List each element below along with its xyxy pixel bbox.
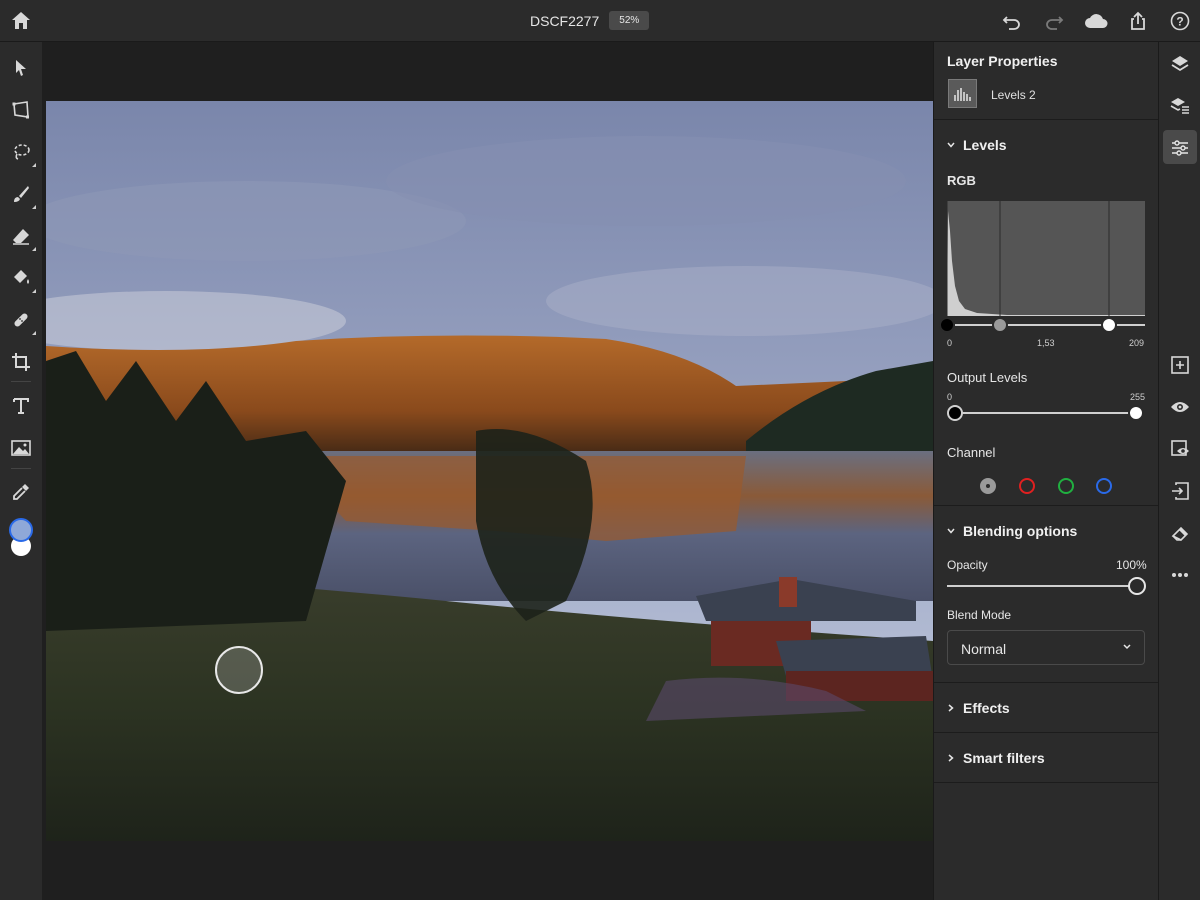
chevron-down-icon — [947, 142, 955, 148]
chevron-down-icon — [947, 528, 955, 534]
opacity-handle[interactable] — [1128, 577, 1146, 595]
foreground-color-swatch[interactable] — [9, 518, 33, 542]
blending-section-header[interactable]: Blending options — [947, 523, 1077, 539]
smart-filters-section-title: Smart filters — [963, 750, 1045, 766]
input-white-value: 209 — [1129, 338, 1145, 348]
paint-bucket-icon[interactable] — [9, 266, 36, 293]
output-white-handle[interactable] — [1128, 405, 1144, 421]
canvas-area[interactable] — [42, 42, 933, 900]
opacity-value: 100% — [1116, 558, 1147, 572]
undo-icon[interactable] — [1000, 9, 1024, 33]
move-tool-icon[interactable] — [9, 56, 33, 80]
brush-tool-icon[interactable] — [9, 182, 36, 209]
document-title[interactable]: DSCF2277 — [530, 13, 599, 29]
effects-section-title: Effects — [963, 700, 1010, 716]
cloud-icon[interactable] — [1084, 9, 1108, 33]
type-tool-icon[interactable] — [9, 394, 33, 418]
chevron-right-icon — [948, 704, 954, 712]
svg-text:?: ? — [1176, 15, 1183, 29]
output-levels-label: Output Levels — [947, 370, 1028, 385]
opacity-track[interactable] — [947, 585, 1132, 587]
eyedropper-icon[interactable] — [9, 480, 33, 504]
levels-section-header[interactable]: Levels — [947, 137, 1007, 153]
right-icon-rail — [1158, 42, 1200, 900]
chevron-right-icon — [948, 754, 954, 762]
panel-title: Layer Properties — [947, 53, 1058, 69]
output-white-value: 255 — [1130, 392, 1146, 402]
place-image-icon[interactable] — [9, 436, 33, 460]
lasso-tool-icon[interactable] — [9, 140, 36, 167]
top-bar: DSCF2277 52% ? — [0, 0, 1200, 42]
output-black-value: 0 — [947, 392, 953, 402]
layer-properties-panel: Layer Properties Levels 2 Levels RGB 0 1… — [933, 42, 1159, 900]
channel-label: RGB — [947, 173, 976, 188]
healing-brush-icon[interactable] — [9, 308, 36, 335]
brush-cursor — [215, 646, 263, 694]
import-layer-icon[interactable] — [1168, 479, 1192, 503]
channel-green-button[interactable] — [1058, 478, 1074, 494]
channel-rgb-button[interactable] — [980, 478, 996, 494]
channel-title: Channel — [947, 445, 996, 460]
chevron-down-icon — [1123, 644, 1131, 650]
eraser-tool-icon[interactable] — [9, 224, 36, 251]
channel-blue-button[interactable] — [1096, 478, 1112, 494]
home-icon[interactable] — [9, 9, 33, 33]
crop-tool-icon[interactable] — [9, 350, 33, 374]
more-options-icon[interactable] — [1168, 563, 1192, 587]
layers-icon[interactable] — [1168, 52, 1192, 76]
input-black-value: 0 — [947, 338, 953, 348]
eraser-layer-icon[interactable] — [1168, 521, 1192, 545]
channel-red-button[interactable] — [1019, 478, 1035, 494]
levels-thumbnail-icon — [948, 79, 977, 108]
blend-mode-label: Blend Mode — [947, 608, 1012, 622]
help-icon[interactable]: ? — [1168, 9, 1192, 33]
share-icon[interactable] — [1126, 9, 1150, 33]
transform-tool-icon[interactable] — [9, 98, 33, 122]
blending-section-title: Blending options — [963, 523, 1078, 539]
visibility-eye-icon[interactable] — [1168, 395, 1192, 419]
zoom-level-badge[interactable]: 52% — [609, 11, 650, 30]
layer-name: Levels 2 — [991, 88, 1036, 102]
input-midtone-handle[interactable] — [992, 317, 1008, 333]
mask-visibility-icon[interactable] — [1168, 437, 1192, 461]
levels-histogram — [946, 201, 1145, 316]
smart-filters-section-header[interactable]: Smart filters — [947, 750, 1045, 766]
left-toolbar — [0, 42, 42, 900]
output-levels-track — [958, 412, 1138, 414]
input-white-point-handle[interactable] — [1101, 317, 1117, 333]
blend-mode-select[interactable]: Normal — [947, 630, 1145, 665]
opacity-label: Opacity — [947, 558, 988, 572]
redo-icon[interactable] — [1042, 9, 1066, 33]
levels-section-title: Levels — [963, 137, 1007, 153]
output-black-handle[interactable] — [947, 405, 963, 421]
input-black-point-handle[interactable] — [939, 317, 955, 333]
input-mid-value: 1,53 — [1037, 338, 1055, 348]
blend-mode-value: Normal — [961, 641, 1007, 657]
layer-list-icon[interactable] — [1168, 94, 1192, 118]
add-layer-icon[interactable] — [1168, 353, 1192, 377]
effects-section-header[interactable]: Effects — [947, 700, 1010, 716]
adjustments-icon[interactable] — [1168, 136, 1192, 160]
photo-canvas[interactable] — [46, 101, 933, 841]
